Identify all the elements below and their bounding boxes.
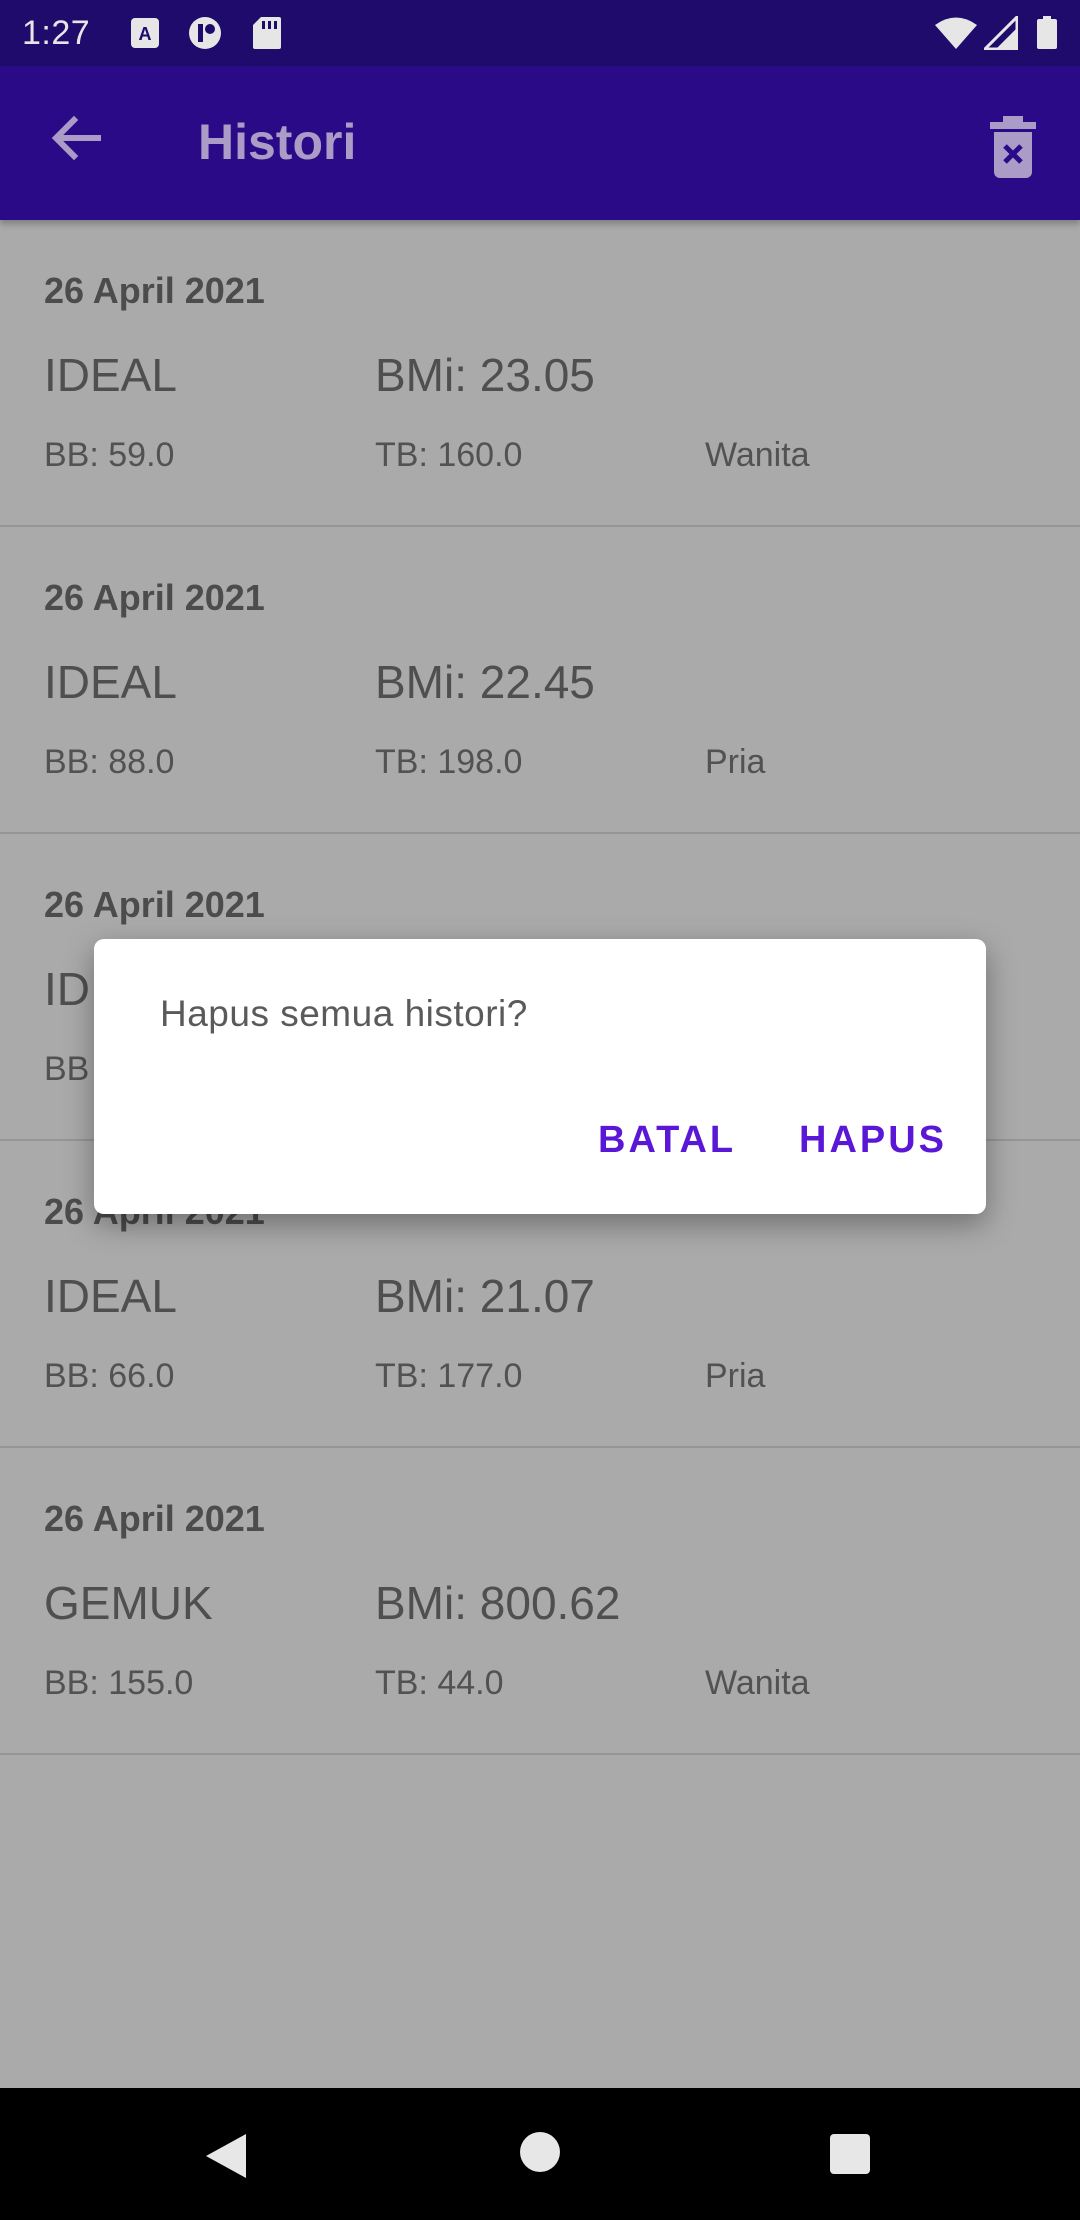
list-item[interactable]: 26 April 2021 IDEAL BMi: 23.05 BB: 59.0 … (0, 220, 1080, 527)
sd-card-icon (253, 17, 281, 49)
item-gender: Pria (705, 1357, 766, 1395)
item-date: 26 April 2021 (44, 270, 265, 311)
cancel-button[interactable]: BATAL (598, 1119, 736, 1162)
signal-icon (984, 16, 1018, 50)
item-date: 26 April 2021 (44, 1498, 265, 1539)
item-weight: BB: 66.0 (44, 1357, 175, 1395)
item-status: IDEAL (44, 656, 177, 708)
item-gender: Pria (705, 743, 766, 781)
a-notification-icon: A (131, 18, 159, 48)
system-nav-bar (0, 2088, 1080, 2220)
item-bmi: BMi: 21.07 (375, 1270, 595, 1322)
status-bar: 1:27 A (0, 0, 1080, 66)
item-height: TB: 160.0 (375, 436, 523, 474)
nav-recents-icon[interactable] (830, 2134, 870, 2174)
svg-text:A: A (139, 24, 152, 44)
status-time: 1:27 (22, 14, 91, 52)
item-bmi: BMi: 23.05 (375, 349, 595, 401)
item-height: TB: 198.0 (375, 743, 523, 781)
confirm-dialog: Hapus semua histori? BATAL HAPUS (94, 939, 986, 1214)
item-bmi: BMi: 22.45 (375, 656, 595, 708)
page-title: Histori (198, 114, 357, 170)
item-gender: Wanita (705, 1664, 810, 1702)
item-weight: BB (44, 1050, 90, 1088)
item-status: IDEAL (44, 1270, 177, 1322)
item-date: 26 April 2021 (44, 884, 265, 925)
item-height: TB: 44.0 (375, 1664, 504, 1702)
nav-home-icon[interactable] (520, 2132, 560, 2172)
item-status: GEMUK (44, 1577, 213, 1629)
item-weight: BB: 88.0 (44, 743, 175, 781)
item-height: TB: 177.0 (375, 1357, 523, 1395)
delete-all-button[interactable]: HAPUS (799, 1119, 947, 1162)
item-gender: Wanita (705, 436, 810, 474)
trash-x-icon[interactable] (976, 110, 1050, 184)
battery-icon (1037, 16, 1057, 49)
item-weight: BB: 59.0 (44, 436, 175, 474)
app-bar: Histori (0, 66, 1080, 220)
item-status: IDEAL (44, 349, 177, 401)
list-item[interactable]: 26 April 2021 IDEAL BMi: 22.45 BB: 88.0 … (0, 527, 1080, 834)
item-weight: BB: 155.0 (44, 1664, 194, 1702)
nav-back-icon[interactable] (204, 2132, 248, 2180)
item-bmi: BMi: 800.62 (375, 1577, 621, 1629)
arrow-left-icon[interactable] (40, 102, 112, 174)
item-date: 26 April 2021 (44, 577, 265, 618)
app-notification-icon (189, 17, 221, 49)
dialog-message: Hapus semua histori? (160, 993, 528, 1034)
item-status: ID (44, 963, 90, 1015)
wifi-icon (935, 17, 977, 49)
list-item[interactable]: 26 April 2021 GEMUK BMi: 800.62 BB: 155.… (0, 1448, 1080, 1755)
